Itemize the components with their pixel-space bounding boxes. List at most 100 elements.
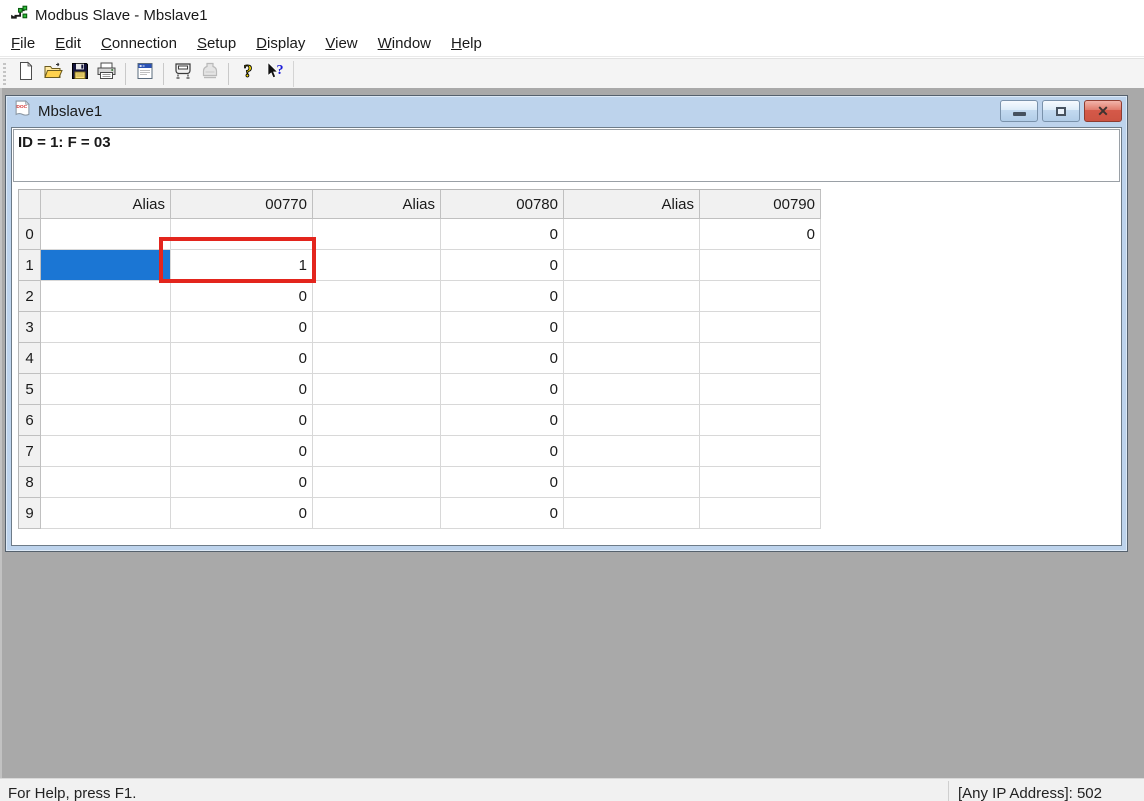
grid-cell[interactable]	[700, 498, 821, 529]
grid-cell[interactable]	[700, 436, 821, 467]
grid-row-header[interactable]: 0	[19, 219, 41, 250]
connect-button[interactable]	[170, 62, 195, 86]
grid-row-header[interactable]: 3	[19, 312, 41, 343]
grid-cell[interactable]	[313, 374, 441, 405]
grid-cell[interactable]: 0	[171, 498, 313, 529]
grid-cell[interactable]	[41, 405, 171, 436]
grid-row-header[interactable]: 4	[19, 343, 41, 374]
child-title-bar[interactable]: DOC Mbslave1 ✕	[6, 96, 1127, 126]
grid-cell[interactable]	[700, 405, 821, 436]
grid-column-header[interactable]: Alias	[313, 190, 441, 219]
grid-cell[interactable]	[700, 374, 821, 405]
grid-cell[interactable]	[700, 250, 821, 281]
grid-cell[interactable]: 0	[171, 467, 313, 498]
context-help-button[interactable]: ?	[262, 62, 287, 86]
grid-row-header[interactable]: 7	[19, 436, 41, 467]
grid-cell[interactable]	[313, 281, 441, 312]
grid-cell[interactable]	[564, 467, 700, 498]
menu-help[interactable]: Help	[441, 32, 492, 55]
grid-cell[interactable]	[564, 281, 700, 312]
grid-cell[interactable]	[564, 436, 700, 467]
grid-cell[interactable]	[313, 467, 441, 498]
grid-cell[interactable]	[41, 498, 171, 529]
grid-cell[interactable]	[41, 281, 171, 312]
grid-cell[interactable]	[313, 250, 441, 281]
grid-cell[interactable]: 0	[441, 312, 564, 343]
new-document-button[interactable]	[13, 62, 38, 86]
menu-setup[interactable]: Setup	[187, 32, 246, 55]
grid-column-header[interactable]: Alias	[564, 190, 700, 219]
grid-cell[interactable]	[41, 374, 171, 405]
grid-cell[interactable]	[41, 250, 171, 281]
grid-cell[interactable]: 0	[441, 405, 564, 436]
grid-cell[interactable]	[41, 436, 171, 467]
grid-cell[interactable]	[700, 343, 821, 374]
grid-cell[interactable]: 0	[441, 498, 564, 529]
menu-edit[interactable]: Edit	[45, 32, 91, 55]
minimize-button[interactable]	[1000, 100, 1038, 122]
grid-cell[interactable]	[700, 467, 821, 498]
print-button[interactable]	[94, 62, 119, 86]
menu-file[interactable]: File	[1, 32, 45, 55]
save-file-button[interactable]	[67, 62, 92, 86]
grid-row-header[interactable]: 2	[19, 281, 41, 312]
grid-cell[interactable]	[700, 281, 821, 312]
open-file-button[interactable]	[40, 62, 65, 86]
grid-cell[interactable]: 0	[171, 405, 313, 436]
grid-cell[interactable]	[313, 498, 441, 529]
menu-connection[interactable]: Connection	[91, 32, 187, 55]
grid-cell[interactable]: 1	[171, 250, 313, 281]
grid-cell[interactable]	[564, 250, 700, 281]
grid-column-header[interactable]: 00780	[441, 190, 564, 219]
menu-view[interactable]: View	[315, 32, 367, 55]
context-help-icon: ?	[264, 61, 286, 86]
grid-column-header[interactable]: 00790	[700, 190, 821, 219]
grid-cell[interactable]	[564, 312, 700, 343]
grid-cell[interactable]: 0	[441, 281, 564, 312]
grid-cell[interactable]: 0	[441, 436, 564, 467]
grid-cell[interactable]	[171, 219, 313, 250]
grid-cell[interactable]: 0	[171, 374, 313, 405]
disconnect-button[interactable]	[197, 62, 222, 86]
grid-column-header[interactable]: Alias	[41, 190, 171, 219]
grid-cell[interactable]: 0	[441, 343, 564, 374]
toolbar-grip[interactable]	[3, 63, 6, 85]
grid-cell[interactable]	[313, 219, 441, 250]
grid-cell[interactable]	[313, 436, 441, 467]
grid-cell[interactable]: 0	[441, 250, 564, 281]
grid-cell[interactable]	[313, 312, 441, 343]
grid-cell[interactable]: 0	[171, 312, 313, 343]
grid-cell[interactable]	[564, 374, 700, 405]
mbslave-document-window[interactable]: DOC Mbslave1 ✕ ID = 1: F = 03 Alias00770…	[5, 95, 1128, 552]
grid-cell[interactable]: 0	[441, 219, 564, 250]
close-button[interactable]: ✕	[1084, 100, 1122, 122]
grid-cell[interactable]: 0	[171, 343, 313, 374]
grid-cell[interactable]	[41, 467, 171, 498]
grid-cell[interactable]: 0	[171, 436, 313, 467]
grid-cell[interactable]: 0	[441, 374, 564, 405]
display-settings-button[interactable]	[132, 62, 157, 86]
help-button[interactable]: ?	[235, 62, 260, 86]
grid-cell[interactable]	[564, 405, 700, 436]
grid-cell[interactable]	[41, 219, 171, 250]
grid-cell[interactable]	[564, 343, 700, 374]
grid-cell[interactable]: 0	[441, 467, 564, 498]
grid-row-header[interactable]: 5	[19, 374, 41, 405]
grid-cell[interactable]	[41, 343, 171, 374]
grid-cell[interactable]	[313, 405, 441, 436]
grid-row-header[interactable]: 9	[19, 498, 41, 529]
restore-button[interactable]	[1042, 100, 1080, 122]
grid-cell[interactable]	[700, 312, 821, 343]
grid-row-header[interactable]: 8	[19, 467, 41, 498]
grid-cell[interactable]	[564, 498, 700, 529]
grid-row-header[interactable]: 1	[19, 250, 41, 281]
grid-cell[interactable]: 0	[171, 281, 313, 312]
menu-window[interactable]: Window	[368, 32, 441, 55]
grid-cell[interactable]: 0	[700, 219, 821, 250]
grid-row-header[interactable]: 6	[19, 405, 41, 436]
grid-column-header[interactable]: 00770	[171, 190, 313, 219]
menu-display[interactable]: Display	[246, 32, 315, 55]
grid-cell[interactable]	[564, 219, 700, 250]
grid-cell[interactable]	[313, 343, 441, 374]
grid-cell[interactable]	[41, 312, 171, 343]
